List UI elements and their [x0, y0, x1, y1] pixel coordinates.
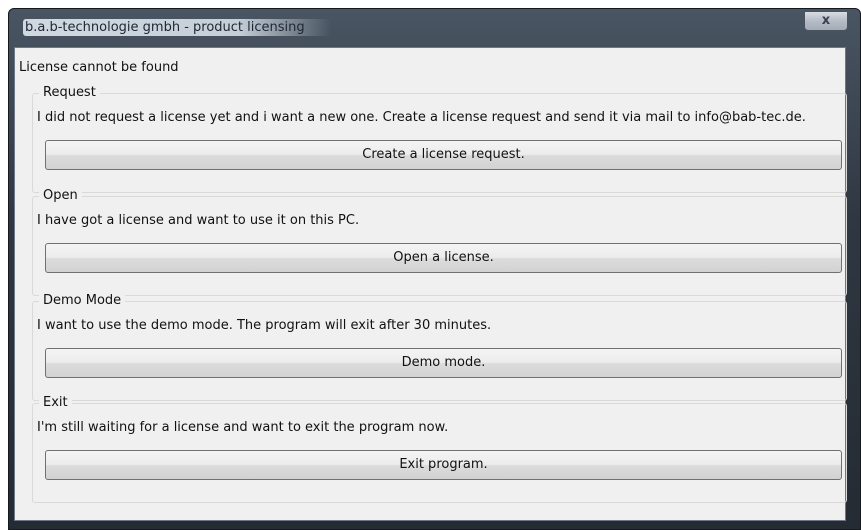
request-group: Request I did not request a license yet …: [32, 85, 847, 193]
license-status-message: License cannot be found: [19, 60, 179, 75]
close-icon: x: [821, 13, 831, 28]
dialog-client-area: License cannot be found Request I did no…: [14, 47, 847, 521]
open-group: Open I have got a license and want to us…: [32, 188, 847, 296]
title-bar[interactable]: b.a.b-technologie gmbh - product licensi…: [9, 9, 860, 47]
open-group-legend: Open: [39, 188, 82, 203]
create-license-request-button[interactable]: Create a license request.: [45, 140, 842, 170]
license-dialog-window: b.a.b-technologie gmbh - product licensi…: [8, 8, 861, 530]
exit-group-legend: Exit: [39, 395, 72, 410]
exit-group: Exit I'm still waiting for a license and…: [32, 395, 847, 503]
close-button[interactable]: x: [804, 11, 848, 31]
open-description: I have got a license and want to use it …: [37, 213, 360, 228]
request-group-legend: Request: [39, 85, 100, 100]
demo-mode-description: I want to use the demo mode. The program…: [37, 318, 492, 333]
request-description: I did not request a license yet and i wa…: [37, 110, 806, 125]
demo-mode-group: Demo Mode I want to use the demo mode. T…: [32, 293, 847, 401]
exit-program-button[interactable]: Exit program.: [45, 450, 842, 480]
exit-description: I'm still waiting for a license and want…: [37, 420, 449, 435]
demo-mode-button[interactable]: Demo mode.: [45, 348, 842, 378]
window-title: b.a.b-technologie gmbh - product licensi…: [23, 19, 331, 36]
demo-mode-group-legend: Demo Mode: [39, 293, 126, 308]
open-license-button[interactable]: Open a license.: [45, 243, 842, 273]
